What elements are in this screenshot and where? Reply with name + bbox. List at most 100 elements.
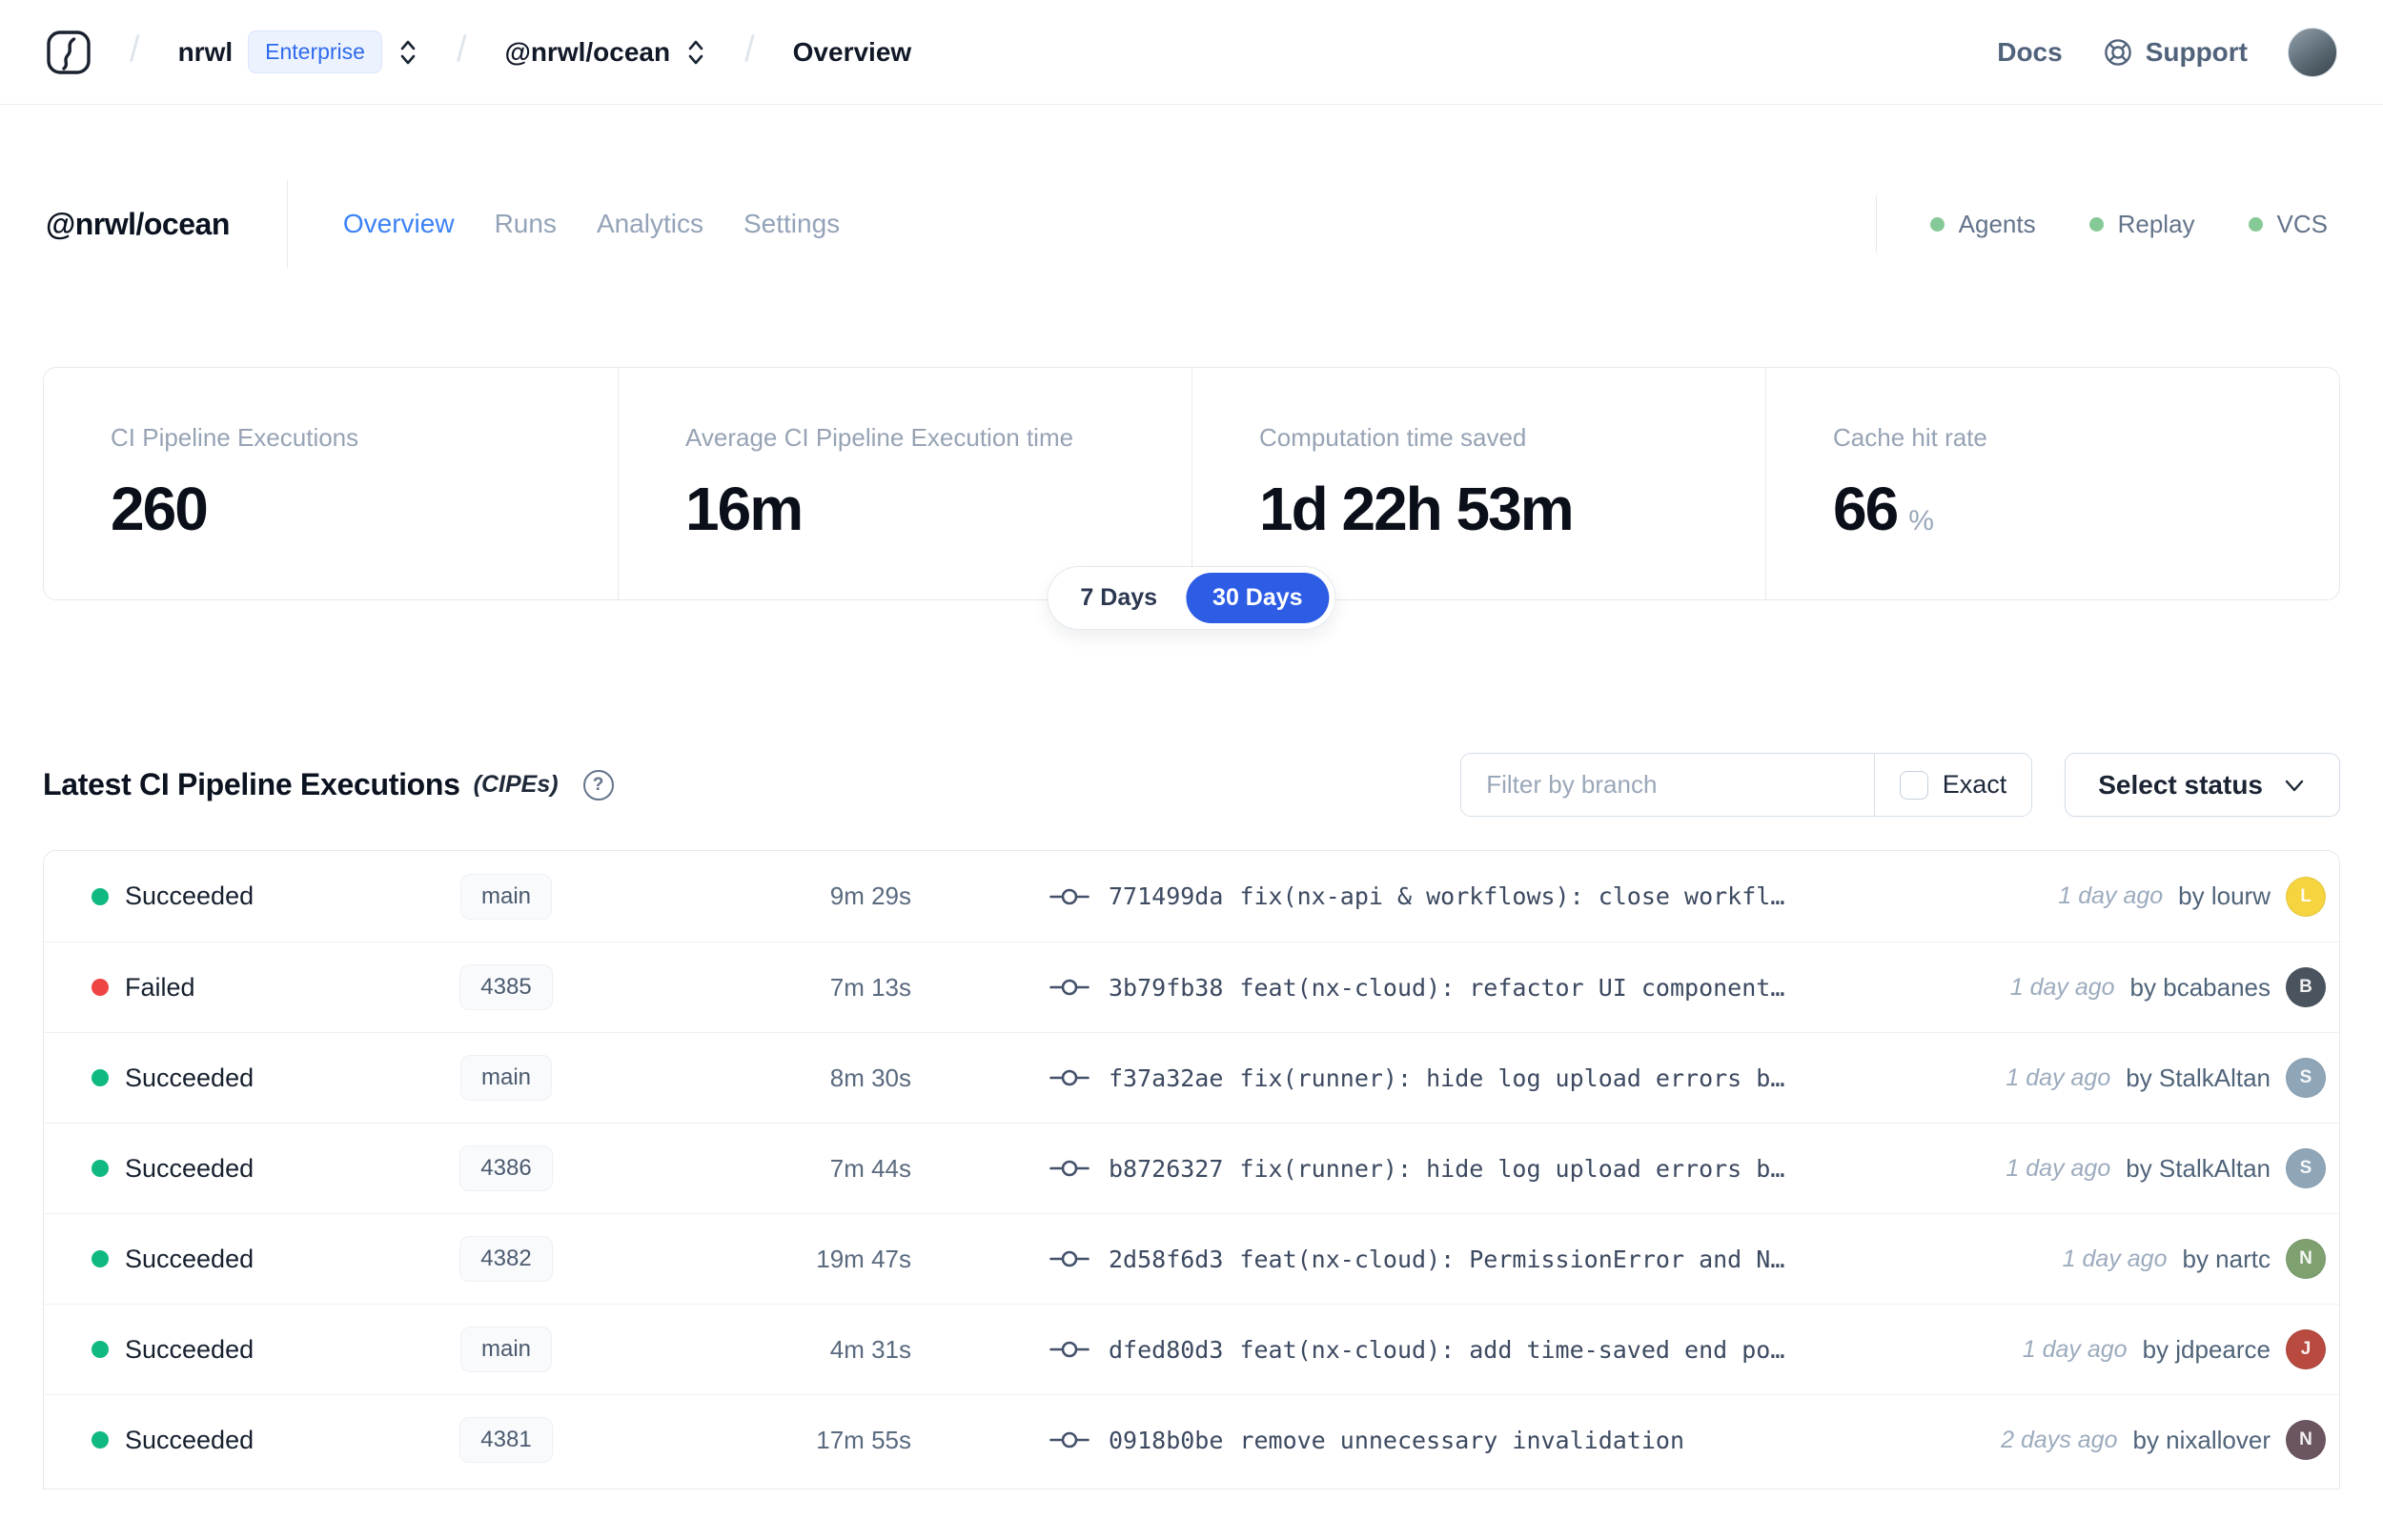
status-dot-icon [92, 887, 109, 905]
status-label: Succeeded [125, 1425, 255, 1454]
user-avatar[interactable] [2288, 27, 2337, 77]
stat-value: 1d 22h 53m [1259, 475, 1575, 543]
stat-value: 16m [685, 475, 804, 543]
author: by nartc [2182, 1244, 2271, 1273]
commit-hash: 2d58f6d3 [1109, 1245, 1224, 1273]
lifebuoy-icon [2103, 37, 2133, 68]
status-label: Succeeded [125, 1153, 255, 1183]
section-title: Latest CI Pipeline Executions [43, 767, 460, 801]
git-commit-icon [1049, 1337, 1090, 1362]
stat-card-cache-hit: Cache hit rate 66 % [1765, 368, 2339, 599]
author: by StalkAltan [2126, 1153, 2271, 1183]
workspace-name[interactable]: @nrwl/ocean [505, 37, 671, 68]
table-row[interactable]: Failed 4385 7m 13s 3b79fb38 feat(nx-clou… [44, 942, 2339, 1032]
stat-card-executions: CI Pipeline Executions 260 [44, 368, 618, 599]
nx-cloud-logo[interactable] [46, 30, 92, 75]
author: by StalkAltan [2126, 1063, 2271, 1092]
time-ago: 2 days ago [2001, 1426, 2118, 1453]
table-row[interactable]: Succeeded main 9m 29s 771499da fix(nx-ap… [44, 851, 2339, 942]
status-label: Succeeded [125, 1063, 255, 1092]
status-select[interactable]: Select status [2065, 753, 2340, 817]
time-ago: 1 day ago [2006, 1154, 2111, 1182]
range-30-days[interactable]: 30 Days [1186, 573, 1330, 623]
status-replay[interactable]: Replay [2088, 210, 2195, 239]
workspace-switcher-chevrons-icon[interactable] [685, 37, 706, 68]
status-dot-icon [92, 1069, 109, 1086]
tab-analytics[interactable]: Analytics [597, 209, 703, 239]
exact-checkbox[interactable] [1899, 770, 1928, 800]
workspace-selector[interactable]: @nrwl/ocean [505, 37, 707, 68]
author: by jdpearce [2142, 1334, 2271, 1364]
stats-section: CI Pipeline Executions 260 Average CI Pi… [43, 367, 2340, 630]
commit-hash: dfed80d3 [1109, 1335, 1224, 1364]
org-selector[interactable]: nrwl Enterprise [178, 30, 418, 73]
tab-runs[interactable]: Runs [495, 209, 557, 239]
status-label: Succeeded [125, 1334, 255, 1364]
service-status-group: Agents Replay VCS [1875, 195, 2337, 253]
docs-link[interactable]: Docs [1997, 37, 2062, 68]
chevron-down-icon [2282, 773, 2307, 798]
time-ago: 1 day ago [2006, 1064, 2111, 1091]
breadcrumb-separator: / [130, 30, 140, 70]
table-row[interactable]: Succeeded 4381 17m 55s 0918b0be remove u… [44, 1394, 2339, 1485]
author-avatar: L [2286, 876, 2326, 917]
git-commit-icon [1049, 1156, 1090, 1181]
commit-message: feat(nx-cloud): PermissionError and N… [1239, 1245, 1785, 1273]
branch-badge[interactable]: main [459, 1055, 553, 1101]
range-7-days[interactable]: 7 Days [1053, 573, 1184, 623]
status-vcs[interactable]: VCS [2248, 210, 2328, 239]
status-select-label: Select status [2098, 769, 2263, 800]
org-name[interactable]: nrwl [178, 37, 234, 68]
table-row[interactable]: Succeeded main 8m 30s f37a32ae fix(runne… [44, 1032, 2339, 1123]
git-commit-icon [1049, 1428, 1090, 1452]
duration: 4m 31s [829, 1334, 911, 1364]
green-dot-icon [2088, 216, 2104, 232]
table-row[interactable]: Succeeded main 4m 31s dfed80d3 feat(nx-c… [44, 1304, 2339, 1394]
time-ago: 1 day ago [2058, 882, 2164, 909]
branch-badge[interactable]: 4386 [459, 1145, 553, 1191]
divider [286, 180, 288, 268]
git-commit-icon [1049, 884, 1090, 909]
status-dot-icon [92, 1431, 109, 1449]
time-ago: 1 day ago [2022, 1335, 2128, 1363]
branch-badge[interactable]: 4381 [459, 1417, 553, 1463]
branch-badge[interactable]: 4385 [459, 964, 553, 1010]
branch-filter-input[interactable] [1461, 754, 1874, 816]
status-dot-icon [92, 979, 109, 996]
commit-hash: 771499da [1109, 882, 1224, 910]
branch-badge[interactable]: main [459, 1327, 553, 1372]
branch-badge[interactable]: main [459, 873, 553, 920]
status-agents[interactable]: Agents [1929, 210, 2036, 239]
git-commit-icon [1049, 975, 1090, 1000]
status-dot-icon [92, 1160, 109, 1177]
support-link[interactable]: Support [2103, 37, 2248, 68]
workspace-tabs: Overview Runs Analytics Settings [343, 209, 840, 239]
org-switcher-chevrons-icon[interactable] [397, 37, 418, 68]
author-avatar: N [2286, 1239, 2326, 1279]
author: by bcabanes [2129, 972, 2271, 1002]
commit-message: fix(runner): hide log upload errors b… [1239, 1154, 1785, 1183]
percent-suffix: % [1908, 505, 1934, 537]
table-row[interactable]: Succeeded 4386 7m 44s b8726327 fix(runne… [44, 1123, 2339, 1213]
support-label: Support [2145, 36, 2248, 67]
tab-overview[interactable]: Overview [343, 209, 455, 239]
author: by lourw [2178, 881, 2271, 910]
help-icon[interactable]: ? [582, 769, 614, 800]
status-label: Succeeded [125, 1244, 255, 1273]
org-plan-badge: Enterprise [248, 30, 382, 73]
divider [1875, 195, 1877, 253]
duration: 7m 13s [829, 972, 911, 1002]
stat-label: Average CI Pipeline Execution time [685, 423, 1074, 452]
author-avatar: N [2286, 1420, 2326, 1460]
tab-settings[interactable]: Settings [743, 209, 840, 239]
branch-badge[interactable]: 4382 [459, 1236, 553, 1282]
author-avatar: S [2286, 1148, 2326, 1188]
table-row[interactable]: Succeeded 4382 19m 47s 2d58f6d3 feat(nx-… [44, 1213, 2339, 1304]
stat-value: 260 [111, 475, 209, 543]
git-commit-icon [1049, 1246, 1090, 1271]
date-range-toggle: 7 Days 30 Days [1047, 566, 1336, 630]
stat-label: Computation time saved [1259, 423, 1527, 452]
commit-message: feat(nx-cloud): add time-saved end po… [1239, 1335, 1785, 1364]
cipe-table: Succeeded main 9m 29s 771499da fix(nx-ap… [43, 850, 2340, 1489]
green-dot-icon [1929, 216, 1945, 232]
